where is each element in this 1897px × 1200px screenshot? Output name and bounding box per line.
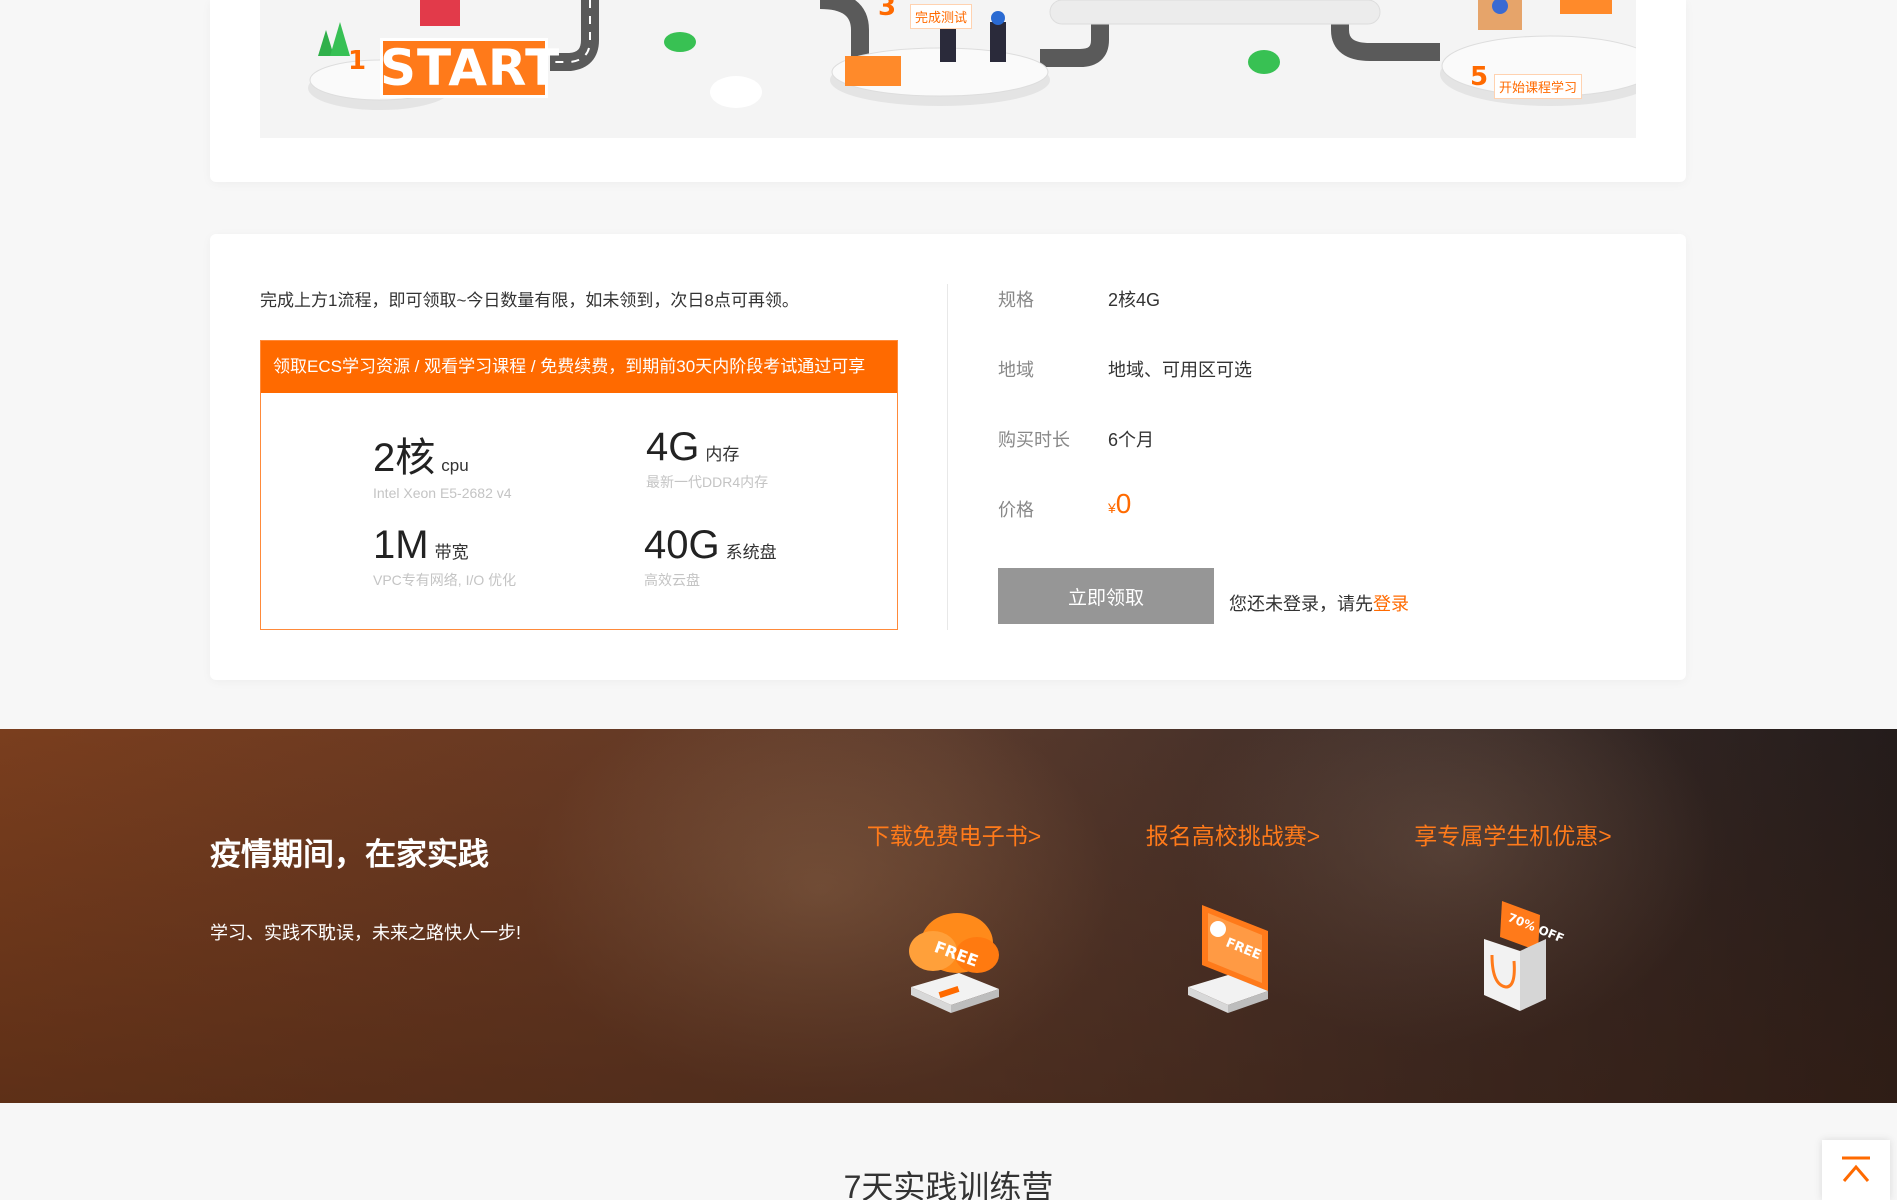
roadmap-step-3-label: 完成测试	[910, 4, 973, 29]
promo-challenge-link[interactable]: 报名高校挑战赛>	[1133, 817, 1333, 851]
free-cloud-icon: FREE	[909, 913, 999, 1013]
roadmap-step-5-label: 开始课程学习	[1494, 74, 1583, 99]
spec-disk: 40G 系统盘 高效云盘	[644, 523, 884, 590]
discount-bag-icon: 70% OFF	[1484, 901, 1566, 1011]
row-label-price: 价格	[998, 500, 1034, 520]
vertical-divider	[947, 284, 948, 630]
row-value-spec: 2核4G	[1108, 290, 1161, 310]
spec-bandwidth: 1M 带宽 VPC专有网络, I/O 优化	[373, 523, 613, 590]
promo-banner: 疫情期间，在家实践 学习、实践不耽误，未来之路快人一步! 下载免费电子书> FR…	[0, 729, 1897, 1103]
page: START 1 3 完成测试 5 开始课程学习 完成上方1流程，即可领取~今日数…	[0, 0, 1897, 1200]
spec-disk-unit: 系统盘	[725, 543, 777, 562]
spec-bandwidth-value: 1M	[373, 523, 429, 567]
roadmap-step-5: 5	[1470, 62, 1489, 92]
roadmap-illustration: START 1 3 完成测试 5 开始课程学习	[260, 0, 1636, 138]
promo-challenge: 报名高校挑战赛> FREE	[1133, 817, 1333, 1015]
spec-cpu: 2核 cpu Intel Xeon E5-2682 v4	[373, 425, 613, 501]
offer-header: 领取ECS学习资源 / 观看学习课程 / 免费续费，到期前30天内阶段考试通过可…	[261, 341, 897, 393]
row-value-duration: 6个月	[1108, 430, 1155, 450]
price-value: ¥0	[1108, 488, 1131, 520]
spec-disk-desc: 高效云盘	[644, 572, 700, 588]
row-label-region: 地域	[998, 360, 1034, 380]
spec-cpu-unit: cpu	[441, 456, 469, 475]
row-label-duration: 购买时长	[998, 430, 1070, 450]
price-number: 0	[1115, 488, 1132, 519]
promo-student-server-link[interactable]: 享专属学生机优惠>	[1413, 817, 1613, 851]
claim-notice: 完成上方1流程，即可领取~今日数量有限，如未领到，次日8点可再领。	[260, 291, 799, 310]
row-label-spec: 规格	[998, 290, 1034, 310]
login-hint-text: 您还未登录，请先	[1229, 594, 1373, 614]
section-title: 7天实践训练营	[843, 1169, 1054, 1200]
roadmap-card: START 1 3 完成测试 5 开始课程学习	[210, 0, 1686, 182]
banner-subtitle: 学习、实践不耽误，未来之路快人一步!	[210, 923, 521, 943]
row-value-region: 地域、可用区可选	[1108, 360, 1252, 380]
promo-ebook: 下载免费电子书> FREE	[854, 817, 1054, 1015]
claim-now-button[interactable]: 立即领取	[998, 568, 1214, 624]
banner-title: 疫情期间，在家实践	[210, 837, 489, 872]
roadmap-start-label: START	[380, 38, 561, 98]
spec-cpu-value: 2核	[373, 436, 436, 480]
login-link[interactable]: 登录	[1373, 594, 1409, 614]
claim-card: 完成上方1流程，即可领取~今日数量有限，如未领到，次日8点可再领。 领取ECS学…	[210, 234, 1686, 680]
roadmap-step-3: 3	[878, 0, 897, 22]
price-currency: ¥	[1108, 500, 1116, 516]
spec-bandwidth-unit: 带宽	[434, 543, 469, 562]
spec-cpu-desc: Intel Xeon E5-2682 v4	[373, 485, 512, 501]
promo-student-server: 享专属学生机优惠> 70% OFF	[1413, 817, 1613, 1015]
offer-box: 领取ECS学习资源 / 观看学习课程 / 免费续费，到期前30天内阶段考试通过可…	[260, 340, 898, 630]
roadmap-step-1: 1	[348, 46, 367, 76]
spec-memory-desc: 最新一代DDR4内存	[646, 474, 769, 490]
spec-memory: 4G 内存 最新一代DDR4内存	[646, 425, 886, 492]
back-to-top-icon	[1842, 1156, 1870, 1182]
spec-bandwidth-desc: VPC专有网络, I/O 优化	[373, 572, 517, 588]
promo-ebook-link[interactable]: 下载免费电子书>	[854, 817, 1054, 851]
spec-memory-value: 4G	[646, 425, 700, 469]
back-to-top-button[interactable]	[1822, 1140, 1890, 1200]
spec-memory-unit: 内存	[705, 445, 740, 464]
free-screen-icon: FREE	[1188, 905, 1268, 1013]
login-hint: 您还未登录，请先登录	[1229, 590, 1409, 616]
spec-disk-value: 40G	[644, 523, 720, 567]
